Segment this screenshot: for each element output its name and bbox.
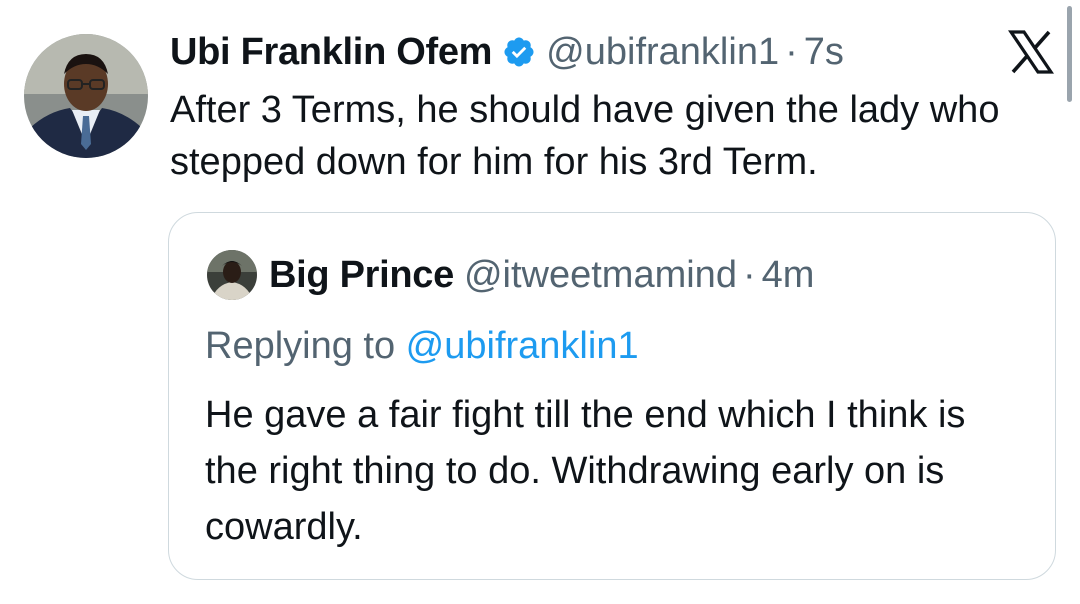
- replying-to-label: Replying to: [205, 325, 406, 367]
- quoted-timestamp[interactable]: 4m: [762, 253, 815, 297]
- author-handle[interactable]: @ubifranklin1: [546, 30, 779, 74]
- separator-dot: ·: [785, 31, 798, 73]
- quoted-tweet[interactable]: Big Prince @itweetmamind · 4m Replying t…: [168, 212, 1056, 580]
- quoted-tweet-text: He gave a fair fight till the end which …: [205, 394, 966, 548]
- avatar[interactable]: [24, 34, 148, 158]
- quoted-author-handle[interactable]: @itweetmamind: [464, 253, 737, 297]
- replying-to: Replying to @ubifranklin1: [205, 323, 639, 369]
- quoted-header: Big Prince @itweetmamind · 4m: [269, 253, 814, 297]
- tweet-card[interactable]: Ubi Franklin Ofem @ubifranklin1 · 7s Aft…: [0, 0, 1080, 604]
- author-name[interactable]: Ubi Franklin Ofem: [170, 30, 492, 74]
- quoted-avatar[interactable]: [207, 250, 257, 300]
- timestamp[interactable]: 7s: [804, 30, 844, 74]
- scrollbar[interactable]: [1067, 6, 1072, 102]
- verified-badge-icon: [502, 35, 536, 69]
- tweet-header: Ubi Franklin Ofem @ubifranklin1 · 7s: [170, 30, 844, 74]
- quoted-author-name[interactable]: Big Prince: [269, 253, 454, 297]
- x-logo-icon: [1007, 30, 1055, 74]
- tweet-text: After 3 Terms, he should have given the …: [170, 89, 1000, 183]
- reply-mention-link[interactable]: @ubifranklin1: [406, 325, 639, 367]
- quoted-separator-dot: ·: [742, 254, 756, 296]
